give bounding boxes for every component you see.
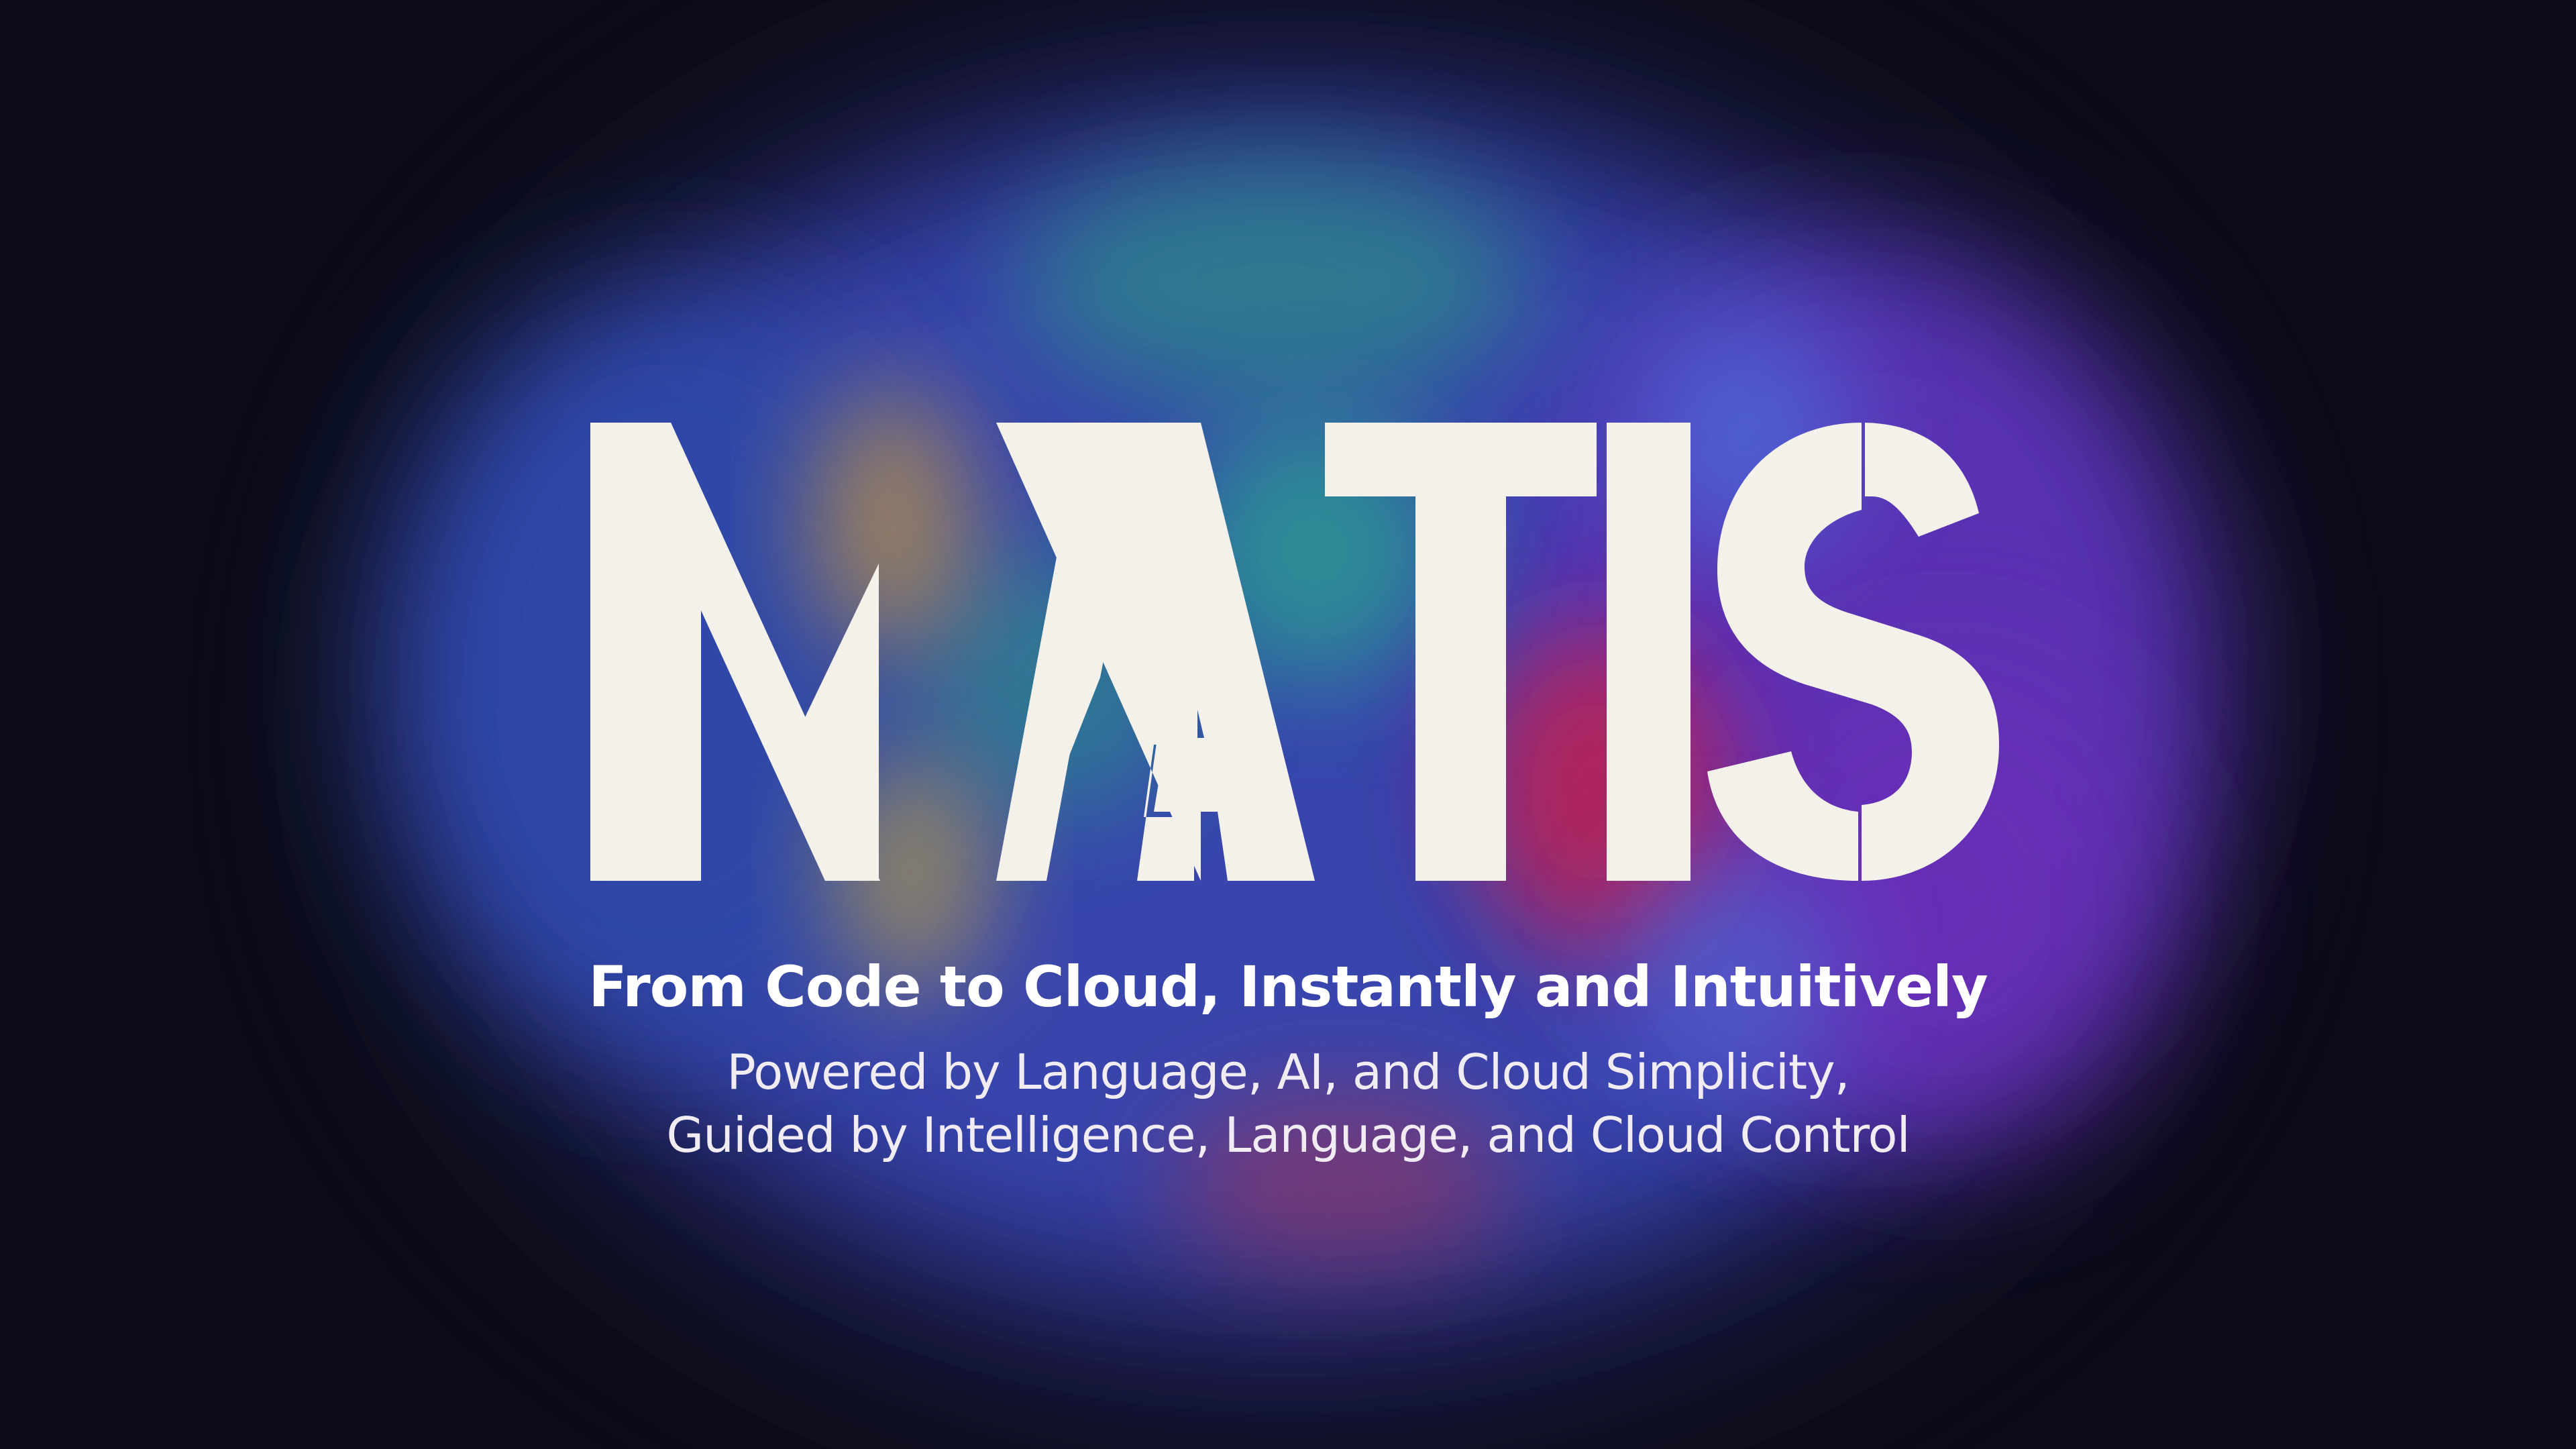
logo-letter-t [1325,423,1597,881]
subtitle-line-1: Powered by Language, AI, and Cloud Simpl… [727,1044,1849,1100]
hero-slide: From Code to Cloud, Instantly and Intuit… [0,0,2576,1449]
subtitle-line-2: Guided by Intelligence, Language, and Cl… [666,1107,1910,1163]
tagline: From Code to Cloud, Instantly and Intuit… [588,954,1988,1020]
matis-logo [590,423,1999,881]
logo-letter-i [1607,423,1690,881]
logo-letter-s [1707,423,1999,881]
